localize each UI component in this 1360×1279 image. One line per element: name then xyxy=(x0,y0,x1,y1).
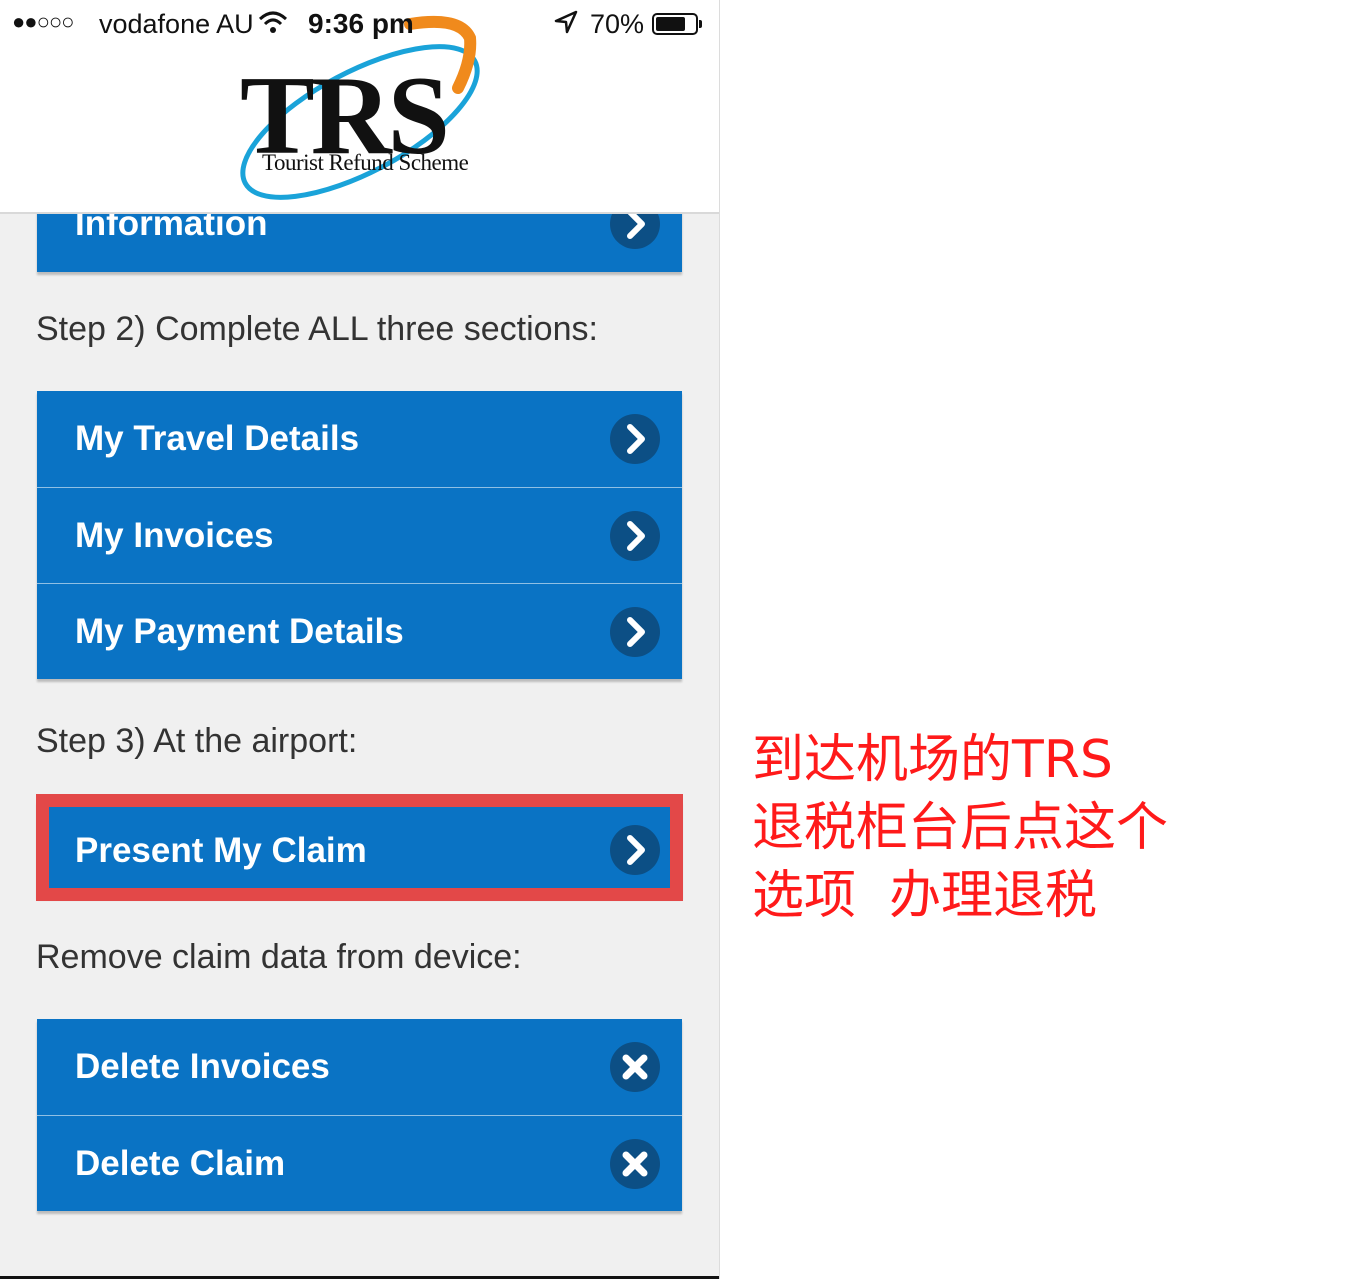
location-arrow-icon xyxy=(554,10,578,41)
step3-heading: Step 3) At the airport: xyxy=(36,722,358,760)
battery-icon xyxy=(652,13,702,35)
chevron-right-icon xyxy=(610,825,660,875)
phone-screen: Information Step 2) Complete ALL three s… xyxy=(0,0,720,1279)
my-travel-details-label: My Travel Details xyxy=(75,419,360,458)
close-icon xyxy=(610,1139,660,1189)
my-travel-details-button[interactable]: My Travel Details xyxy=(37,391,682,487)
carrier-name: vodafone AU xyxy=(99,9,254,39)
step2-button-group: My Travel Details My Invoices My Payment… xyxy=(37,391,682,679)
delete-invoices-button[interactable]: Delete Invoices xyxy=(37,1019,682,1115)
present-my-claim-label: Present My Claim xyxy=(75,831,367,870)
battery-fill xyxy=(656,17,686,31)
step2-heading: Step 2) Complete ALL three sections: xyxy=(36,310,598,348)
remove-heading: Remove claim data from device: xyxy=(36,938,522,976)
my-payment-details-label: My Payment Details xyxy=(75,612,404,651)
delete-invoices-label: Delete Invoices xyxy=(75,1047,330,1086)
battery-percentage: 70% xyxy=(590,9,645,39)
my-payment-details-button[interactable]: My Payment Details xyxy=(37,583,682,679)
chinese-annotation: 到达机场的TRS 退税柜台后点这个 选项 办理退税 xyxy=(752,730,1169,926)
step3-button-group: Present My Claim xyxy=(37,801,682,897)
delete-claim-label: Delete Claim xyxy=(75,1144,286,1183)
chevron-right-icon xyxy=(610,414,660,464)
chevron-right-icon xyxy=(610,607,660,657)
close-icon xyxy=(610,1042,660,1092)
app-header: TRS Tourist Refund Scheme ●●○○○ vodafone… xyxy=(0,0,719,214)
status-bar: ●●○○○ vodafone AU 9:36 pm 70% xyxy=(0,0,719,50)
logo-tagline: Tourist Refund Scheme xyxy=(262,150,469,175)
wifi-icon xyxy=(258,10,288,41)
battery-tip xyxy=(699,20,702,28)
remove-button-group: Delete Invoices Delete Claim xyxy=(37,1019,682,1211)
clock-time: 9:36 pm xyxy=(308,8,414,39)
my-invoices-label: My Invoices xyxy=(75,516,274,555)
delete-claim-button[interactable]: Delete Claim xyxy=(37,1115,682,1211)
my-invoices-button[interactable]: My Invoices xyxy=(37,487,682,583)
signal-strength: ●●○○○ xyxy=(12,9,74,34)
chevron-right-icon xyxy=(610,511,660,561)
present-my-claim-button[interactable]: Present My Claim xyxy=(37,801,682,897)
